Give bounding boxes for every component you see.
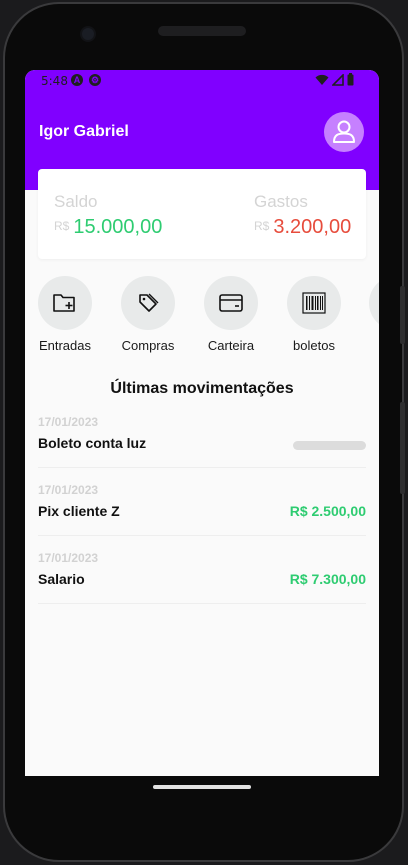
saldo-label: Saldo — [54, 192, 98, 211]
gastos-label: Gastos — [254, 192, 308, 211]
action-more-partial[interactable] — [369, 276, 379, 330]
user-name: Igor Gabriel — [39, 123, 129, 140]
movement-item[interactable]: 17/01/2023 Pix cliente Z R$ 2.500,00 — [38, 483, 366, 536]
saldo-value: 15.000,00 — [73, 216, 163, 238]
profile-button[interactable] — [324, 112, 364, 152]
power-button — [400, 286, 405, 344]
saldo-currency: R$ — [54, 219, 70, 233]
action-compras-label: Compras — [121, 338, 175, 353]
movement-description: Salario — [38, 571, 85, 587]
movement-value: R$ 7.300,00 — [289, 571, 366, 587]
saldo-amount: R$ 15.000,00 — [54, 216, 162, 239]
movement-date: 17/01/2023 — [38, 415, 99, 429]
tag-icon — [139, 293, 159, 312]
gastos-amount: R$ 3.200,00 — [254, 216, 351, 239]
notification-a-icon: A — [71, 74, 83, 86]
gastos-currency: R$ — [254, 219, 270, 233]
action-entradas[interactable]: Entradas — [37, 276, 93, 353]
action-compras-circle[interactable] — [121, 276, 175, 330]
movement-description: Pix cliente Z — [38, 503, 120, 519]
action-boletos-label: boletos — [293, 338, 335, 353]
movements-title: Últimas movimentações — [110, 380, 294, 397]
notification-settings-icon: ⚙ — [89, 74, 101, 86]
action-compras[interactable]: Compras — [120, 276, 176, 353]
movement-item[interactable]: 17/01/2023 Salario R$ 7.300,00 — [38, 551, 366, 604]
cellular-signal-icon — [332, 74, 344, 86]
movement-description: Boleto conta luz — [38, 435, 147, 451]
action-entradas-circle[interactable] — [38, 276, 92, 330]
action-carteira-label: Carteira — [207, 338, 255, 353]
movement-item[interactable]: 17/01/2023 Boleto conta luz — [38, 415, 366, 468]
action-carteira-circle[interactable] — [204, 276, 258, 330]
front-camera — [82, 28, 94, 40]
balance-card: Saldo R$ 15.000,00 Gastos R$ 3.200,00 — [38, 169, 366, 259]
action-entradas-label: Entradas — [38, 338, 92, 353]
gastos-value: 3.200,00 — [273, 216, 352, 238]
user-icon — [333, 120, 355, 143]
movement-value: R$ 2.500,00 — [289, 503, 366, 519]
action-boletos[interactable]: boletos — [286, 276, 342, 353]
credit-card-icon — [219, 294, 243, 312]
value-loading-placeholder — [293, 441, 366, 450]
app-screen: 5:48 A ⚙ Igor Gabriel Saldo R$ 15.000,00… — [25, 70, 379, 776]
status-time: 5:48 — [41, 74, 68, 88]
movement-date: 17/01/2023 — [38, 483, 99, 497]
action-carteira[interactable]: Carteira — [203, 276, 259, 353]
battery-icon — [347, 73, 354, 86]
movement-date: 17/01/2023 — [38, 551, 99, 565]
folder-plus-icon — [53, 294, 75, 312]
status-bar: 5:48 A ⚙ — [25, 70, 379, 92]
barcode-icon — [302, 292, 326, 314]
action-boletos-circle[interactable] — [287, 276, 341, 330]
wifi-icon — [315, 74, 329, 85]
earpiece-speaker — [158, 26, 246, 36]
home-indicator[interactable] — [153, 785, 251, 789]
volume-button — [400, 402, 405, 494]
